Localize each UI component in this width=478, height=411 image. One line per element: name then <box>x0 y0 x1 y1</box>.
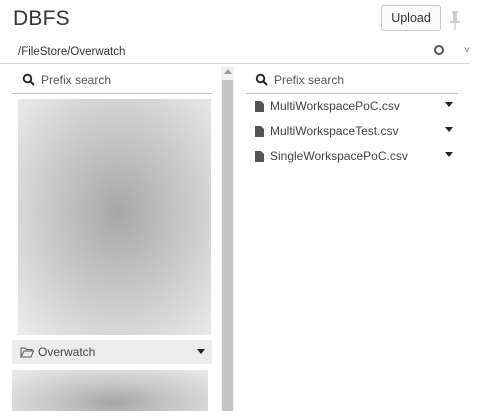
breadcrumb-path: /FileStore/Overwatch <box>18 46 126 58</box>
caret-down-icon[interactable] <box>445 152 453 157</box>
caret-down-icon[interactable] <box>197 349 205 354</box>
file-icon <box>255 150 264 162</box>
file-name: MultiWorkspacePoC.csv <box>270 99 400 113</box>
file-name: MultiWorkspaceTest.csv <box>270 124 399 138</box>
gear-icon[interactable] <box>433 44 445 56</box>
file-item[interactable]: MultiWorkspaceTest.csv <box>255 122 455 140</box>
pin-icon[interactable] <box>448 9 462 31</box>
blurred-content <box>12 370 208 411</box>
chevron-down-icon[interactable]: ˅ <box>464 45 470 56</box>
upload-button[interactable]: Upload <box>381 5 441 31</box>
file-icon <box>255 100 264 112</box>
scroll-up-arrow-icon[interactable] <box>224 69 232 74</box>
file-item[interactable]: SingleWorkspacePoC.csv <box>255 147 455 165</box>
folder-label: Overwatch <box>38 345 96 359</box>
left-search-input[interactable]: Prefix search <box>12 66 212 94</box>
left-search-placeholder: Prefix search <box>41 72 112 87</box>
file-icon <box>255 125 264 137</box>
folder-open-icon <box>20 347 34 358</box>
file-name: SingleWorkspacePoC.csv <box>270 149 408 163</box>
blurred-content <box>18 99 211 335</box>
divider <box>0 63 470 64</box>
scrollbar-thumb[interactable] <box>222 80 233 411</box>
file-item[interactable]: MultiWorkspacePoC.csv <box>255 97 455 115</box>
page-title: DBFS <box>13 7 70 30</box>
right-search-input[interactable]: Prefix search <box>246 66 458 94</box>
folder-item[interactable]: Overwatch <box>12 340 212 364</box>
search-icon <box>22 73 35 86</box>
caret-down-icon[interactable] <box>445 102 453 107</box>
right-search-placeholder: Prefix search <box>274 72 345 87</box>
caret-down-icon[interactable] <box>445 127 453 132</box>
search-icon <box>255 73 268 86</box>
